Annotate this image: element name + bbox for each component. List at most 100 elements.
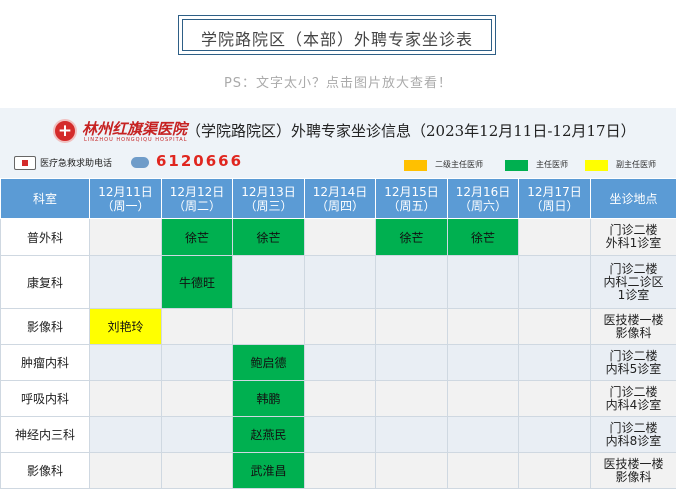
empty-cell	[447, 380, 519, 417]
schedule-table-wrap: 科室 12月11日 （周一） 12月12日 （周二） 12月13日 （周三） 12月14日（…	[0, 178, 676, 489]
table-row: 普外科 徐芒 徐芒 徐芒 徐芒 门诊二楼 外科1诊室	[0, 218, 676, 256]
location-line: 门诊二楼	[609, 348, 658, 363]
table-row: 影像科 武淮昌 医技楼一楼 影像科	[0, 452, 676, 489]
day-weekday: （周六）	[458, 198, 507, 213]
page-title-box: 学院路院区（本部）外聘专家坐诊表	[178, 15, 496, 55]
page-title: 学院路院区（本部）外聘专家坐诊表	[200, 30, 473, 49]
dept-cell: 肿瘤内科	[0, 344, 90, 381]
empty-cell	[304, 380, 376, 417]
hospital-logo-icon	[53, 119, 77, 143]
location-cell: 门诊二楼 外科1诊室	[590, 218, 676, 256]
empty-cell	[304, 255, 376, 309]
legend-label: 主任医师	[536, 160, 568, 169]
empty-cell	[161, 452, 233, 489]
day-weekday: （周三）	[244, 198, 293, 213]
empty-cell	[304, 344, 376, 381]
table-header-row: 科室 12月11日 （周一） 12月12日 （周二） 12月13日 （周三） 12月14日（…	[0, 178, 676, 219]
empty-cell	[375, 416, 448, 453]
empty-cell	[375, 452, 448, 489]
legend-swatch	[505, 160, 528, 171]
day-weekday: （周五）	[387, 198, 436, 213]
dept-cell: 普外科	[0, 218, 90, 256]
schedule-title: （学院路院区）外聘专家坐诊信息（2023年12月11日-12月17日）	[186, 122, 636, 140]
day-weekday: （周日）	[530, 198, 579, 213]
day-date: 12月16日	[455, 184, 511, 199]
legend-label: 二级主任医师	[435, 160, 483, 169]
phone-icon	[131, 157, 149, 168]
hotline-label: 医疗急救求助电话	[40, 159, 113, 169]
day-date: 12月17日	[527, 184, 582, 199]
empty-cell	[518, 380, 591, 417]
empty-cell	[518, 218, 591, 256]
dept-cell: 神经内三科	[0, 416, 90, 453]
empty-cell	[232, 255, 305, 309]
location-line: 外科1诊室	[605, 236, 662, 250]
location-line: 影像科	[615, 325, 652, 340]
table-row: 影像科 刘艳玲 医技楼一楼 影像科	[0, 308, 676, 345]
location-cell: 医技楼一楼 影像科	[590, 308, 676, 345]
legend-label: 副主任医师	[616, 160, 656, 169]
doctor-cell: 徐芒	[161, 218, 233, 256]
hospital-name: 林州红旗渠医院	[82, 120, 188, 138]
empty-cell	[304, 452, 376, 489]
day-header: 12月13日 （周三）	[232, 178, 305, 219]
doctor-cell: 牛德旺	[161, 255, 233, 309]
empty-cell	[447, 344, 519, 381]
day-weekday: （周二）	[172, 198, 221, 213]
empty-cell	[304, 218, 376, 256]
dept-cell: 影像科	[0, 308, 90, 345]
table-row: 呼吸内科 韩鹏 门诊二楼 内科4诊室	[0, 380, 676, 417]
schedule-table: 科室 12月11日 （周一） 12月12日 （周二） 12月13日 （周三） 12月14日（…	[0, 178, 676, 489]
location-line: 内科8诊室	[605, 433, 662, 448]
empty-cell	[518, 452, 591, 489]
day-date: 12月13日	[241, 184, 296, 199]
day-header: 12月11日 （周一）	[89, 178, 162, 219]
empty-cell	[89, 218, 162, 256]
empty-cell	[89, 452, 162, 489]
day-date: 12月11日	[98, 184, 153, 199]
empty-cell	[232, 308, 305, 345]
location-line: 门诊二楼	[609, 384, 658, 399]
dept-cell: 康复科	[0, 255, 90, 309]
empty-cell	[161, 344, 233, 381]
location-cell: 门诊二楼 内科5诊室	[590, 344, 676, 381]
empty-cell	[518, 255, 591, 309]
ambulance-icon	[14, 156, 36, 170]
location-header: 坐诊地点	[590, 178, 676, 219]
empty-cell	[161, 308, 233, 345]
day-date: 12月14日	[312, 184, 368, 199]
location-line: 医技楼一楼	[603, 456, 664, 471]
empty-cell	[161, 380, 233, 417]
location-line: 内科5诊室	[605, 361, 662, 376]
doctor-cell: 韩鹏	[232, 380, 305, 417]
empty-cell	[518, 344, 591, 381]
location-line: 内科二诊区	[603, 274, 664, 289]
zoom-hint: PS：文字太小？点击图片放大查看！	[223, 76, 453, 91]
empty-cell	[447, 452, 519, 489]
empty-cell	[518, 308, 591, 345]
empty-cell	[375, 344, 448, 381]
location-line: 医技楼一楼	[603, 312, 664, 327]
day-header: 12月14日 （周四）	[304, 178, 376, 219]
location-line: 门诊二楼	[609, 261, 658, 276]
location-line: 内科4诊室	[605, 397, 662, 412]
schedule-image[interactable]: 林州红旗渠医院 LINZHOU HONGQIQU HOSPITAL （学院路院区…	[0, 108, 676, 489]
day-weekday: （周四）	[315, 198, 364, 213]
table-row: 康复科 牛德旺 门诊二楼 内科二诊区 1诊室	[0, 255, 676, 309]
empty-cell	[447, 416, 519, 453]
day-header: 12月12日 （周二）	[161, 178, 233, 219]
empty-cell	[304, 308, 376, 345]
legend-swatch	[585, 160, 608, 171]
location-cell: 门诊二楼 内科8诊室	[590, 416, 676, 453]
empty-cell	[375, 308, 448, 345]
empty-cell	[375, 380, 448, 417]
location-line: 1诊室	[617, 287, 650, 302]
hotline-number: 6120666	[156, 152, 244, 170]
empty-cell	[89, 416, 162, 453]
doctor-cell: 刘艳玲	[89, 308, 162, 345]
doctor-cell: 徐芒	[232, 218, 305, 256]
location-line: 影像科	[615, 469, 652, 484]
table-row: 肿瘤内科 鲍启德 门诊二楼 内科5诊室	[0, 344, 676, 381]
location-cell: 门诊二楼 内科4诊室	[590, 380, 676, 417]
location-line: 门诊二楼	[609, 420, 658, 435]
